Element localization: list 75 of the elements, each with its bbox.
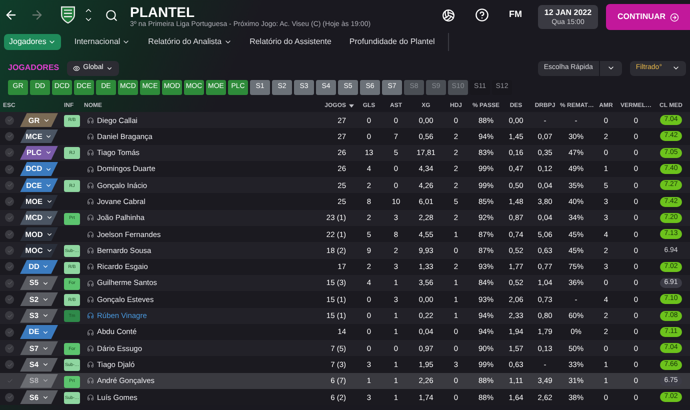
caret-icon	[42, 263, 50, 270]
select-checkbox[interactable]	[5, 294, 14, 304]
headphones-icon	[87, 280, 94, 287]
headphones-icon	[87, 214, 94, 222]
caret-icon	[46, 230, 53, 238]
section-title: JOGADORES	[8, 62, 60, 74]
crest-icon	[60, 5, 76, 25]
eye-icon	[73, 64, 80, 72]
caret-icon	[106, 64, 114, 72]
select-checkbox[interactable]	[5, 197, 14, 206]
caret-icon	[672, 64, 680, 72]
fm-logo[interactable]: FM	[509, 8, 522, 22]
arrow-circle-icon	[670, 12, 678, 22]
headphones-icon	[87, 296, 94, 303]
headphones-icon	[87, 182, 94, 189]
select-checkbox[interactable]	[5, 328, 14, 336]
headphones-icon	[87, 198, 94, 206]
continue-button[interactable]: CONTINUAR	[606, 4, 690, 30]
headphones-icon	[87, 361, 94, 368]
caret-icon	[42, 377, 49, 384]
nav-tab[interactable]: Jogadores	[4, 34, 62, 50]
headphones-icon	[87, 116, 94, 124]
ball-icon[interactable]	[442, 8, 455, 22]
headphones-icon	[87, 230, 94, 238]
headphones-icon	[87, 312, 94, 320]
select-checkbox[interactable]	[5, 262, 14, 272]
select-checkbox[interactable]	[5, 180, 14, 190]
headphones-icon	[87, 344, 94, 352]
select-checkbox[interactable]	[5, 148, 14, 158]
help-icon[interactable]	[475, 8, 489, 22]
select-checkbox[interactable]	[5, 246, 14, 256]
nav-tab[interactable]: Relatório do Analista	[143, 34, 237, 50]
headphones-icon	[87, 328, 94, 336]
caret-icon	[42, 116, 50, 124]
caret-icon	[46, 247, 53, 254]
page-title: PLANTEL	[130, 4, 196, 20]
select-checkbox[interactable]	[5, 164, 14, 174]
select-checkbox[interactable]	[5, 116, 14, 125]
caret-icon	[42, 280, 49, 287]
caret-icon	[42, 312, 49, 320]
nav-tab[interactable]: Internacional	[69, 34, 136, 50]
nav-tab[interactable]: Relatório do Assistente	[244, 34, 336, 50]
headphones-icon	[87, 263, 94, 270]
select-checkbox[interactable]	[5, 344, 14, 353]
caret-icon	[42, 344, 49, 352]
search-icon[interactable]	[105, 8, 118, 22]
headphones-icon	[87, 377, 94, 384]
caret-icon	[45, 132, 52, 140]
headphones-icon	[87, 394, 94, 401]
select-checkbox[interactable]	[5, 392, 14, 402]
caret-icon	[46, 198, 53, 206]
select-checkbox[interactable]	[5, 360, 14, 370]
headphones-icon	[87, 166, 94, 173]
headphones-icon	[87, 149, 94, 156]
switch-club-icon[interactable]	[84, 6, 93, 24]
forward-icon[interactable]	[30, 8, 44, 22]
select-checkbox[interactable]	[5, 278, 14, 288]
headphones-icon	[87, 132, 94, 140]
select-checkbox[interactable]	[5, 132, 14, 141]
caret-icon	[44, 149, 52, 156]
select-checkbox[interactable]	[5, 311, 14, 320]
caret-icon	[44, 182, 52, 189]
nav-tab[interactable]: Profundidade do Plantel	[344, 34, 440, 50]
sort-icon[interactable]	[349, 104, 354, 108]
caret-icon	[42, 328, 50, 336]
select-checkbox[interactable]	[5, 213, 14, 222]
caret-icon	[46, 214, 53, 222]
caret-icon	[45, 166, 52, 173]
caret-icon	[42, 296, 49, 303]
caret-icon	[42, 394, 49, 401]
quick-pick-caret-icon[interactable]	[606, 64, 615, 72]
caret-icon	[42, 361, 49, 368]
back-icon[interactable]	[4, 8, 18, 22]
select-checkbox[interactable]	[5, 230, 14, 239]
headphones-icon	[87, 247, 94, 254]
